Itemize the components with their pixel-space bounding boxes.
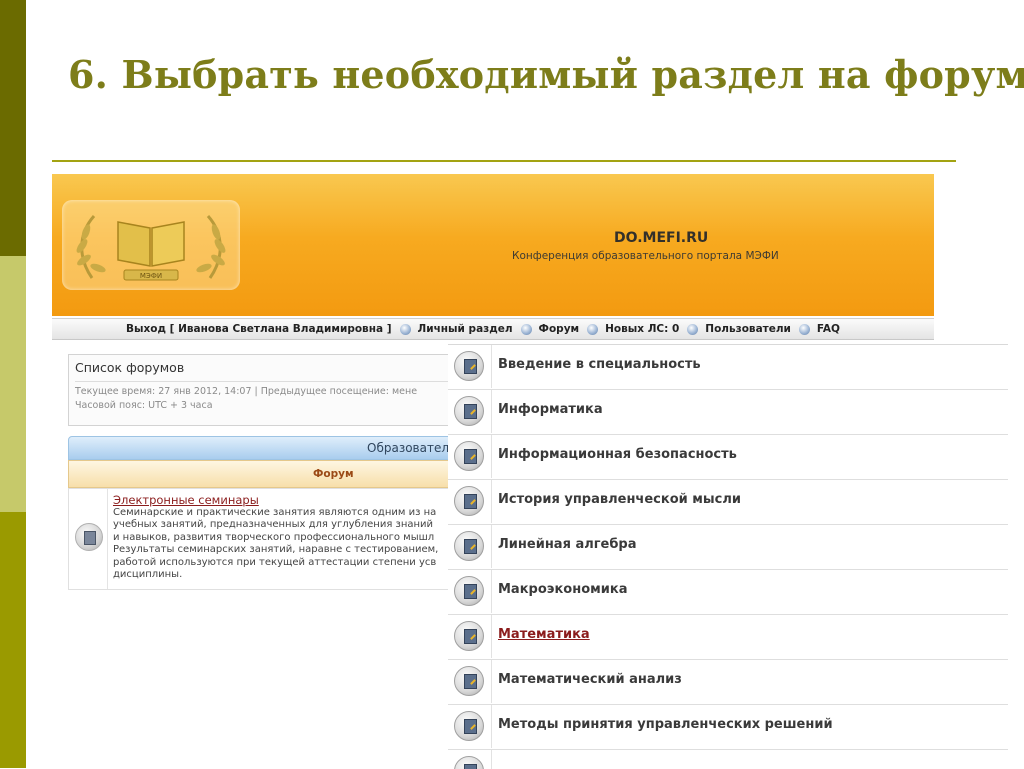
subforum-link[interactable]: Макроэкономика [498, 582, 627, 597]
forum-icon-cell [448, 345, 492, 388]
forum-status-icon [454, 351, 484, 381]
subforum-link[interactable]: История управленческой мысли [498, 492, 741, 507]
subforum-link[interactable]: Информатика [498, 402, 603, 417]
forum-status-icon [454, 711, 484, 741]
site-name: DO.MEFI.RU [614, 230, 709, 246]
list-item[interactable] [448, 750, 1008, 769]
nav-logout-link[interactable]: Выход [ Иванова Светлана Владимировна ] [126, 323, 392, 335]
forum-icon-cell [448, 480, 492, 523]
list-item[interactable]: Линейная алгебра [448, 525, 1008, 570]
forum-list-panel: Список форумов Текущее время: 27 янв 201… [68, 354, 490, 426]
logo-text: МЭФИ [140, 272, 162, 280]
forum-icon-cell [448, 525, 492, 568]
list-item[interactable]: Введение в специальность [448, 345, 1008, 390]
forum-status-icon [75, 523, 103, 551]
category-title: Образовател [367, 441, 450, 455]
forum-status-icon [454, 396, 484, 426]
forum-status-icon [454, 441, 484, 471]
forum-icon-cell [448, 615, 492, 658]
subforum-link[interactable]: Введение в специальность [498, 357, 701, 372]
forum-status-icon [454, 621, 484, 651]
laurel-book-icon: МЭФИ [76, 215, 226, 281]
list-item[interactable]: Математика [448, 615, 1008, 660]
bullet-icon [587, 323, 599, 335]
forum-icon-cell [448, 750, 492, 769]
forum-icon-cell [448, 570, 492, 613]
nav-new-pm-link[interactable]: Новых ЛС: 0 [605, 323, 679, 335]
site-description: Конференция образовательного портала МЭФ… [512, 250, 779, 262]
forum-row-seminars: Электронные семинары Семинарские и практ… [68, 488, 490, 590]
nav-personal-link[interactable]: Личный раздел [418, 323, 513, 335]
forum-column-header: Форум [68, 460, 490, 488]
forum-status-icon [454, 531, 484, 561]
mefi-logo[interactable]: МЭФИ [62, 200, 240, 290]
forum-icon-cell [448, 435, 492, 478]
nav-forum-link[interactable]: Форум [539, 323, 580, 335]
forum-icon-cell [69, 489, 108, 589]
forum-status-icon [454, 666, 484, 696]
list-item[interactable]: Информатика [448, 390, 1008, 435]
forum-description: Семинарские и практические занятия являю… [113, 507, 439, 581]
title-divider [52, 160, 956, 162]
bullet-icon [520, 323, 532, 335]
nav-users-link[interactable]: Пользователи [705, 323, 791, 335]
forum-link-seminars[interactable]: Электронные семинары [113, 493, 259, 507]
forum-status-icon [454, 486, 484, 516]
decor-strip-top [0, 0, 26, 256]
top-navbar: Выход [ Иванова Светлана Владимировна ] … [52, 318, 934, 340]
timezone-text: Часовой пояс: UTC + 3 часа [75, 400, 213, 411]
forum-status-icon [454, 576, 484, 606]
site-banner: МЭФИ DO.MEFI.RU Конференция образователь… [52, 174, 934, 316]
divider [75, 381, 483, 382]
bullet-icon [798, 323, 810, 335]
list-item[interactable]: История управленческой мысли [448, 480, 1008, 525]
forum-list-title: Список форумов [75, 360, 185, 375]
forum-icon-cell [448, 705, 492, 748]
slide-title: 6. Выбрать необходимый раздел на форуме. [68, 52, 1024, 97]
nav-faq-link[interactable]: FAQ [817, 323, 840, 335]
list-item[interactable]: Информационная безопасность [448, 435, 1008, 480]
bullet-icon [687, 323, 699, 335]
subforum-list: Введение в специальность Информатика Инф… [448, 344, 1008, 769]
forum-icon-cell [448, 660, 492, 703]
decor-strip-bottom [0, 512, 26, 768]
subforum-link-mathematics[interactable]: Математика [498, 627, 590, 642]
forum-column-label: Форум [313, 468, 354, 480]
list-item[interactable]: Математический анализ [448, 660, 1008, 705]
forum-icon-cell [448, 390, 492, 433]
forum-status-icon [454, 756, 484, 769]
list-item[interactable]: Макроэкономика [448, 570, 1008, 615]
category-header[interactable]: Образовател [68, 436, 490, 460]
subforum-link[interactable]: Методы принятия управленческих решений [498, 717, 833, 732]
list-item[interactable]: Методы принятия управленческих решений [448, 705, 1008, 750]
subforum-link[interactable]: Информационная безопасность [498, 447, 737, 462]
bullet-icon [399, 323, 411, 335]
subforum-link[interactable]: Математический анализ [498, 672, 682, 687]
decor-strip-middle [0, 256, 26, 512]
current-time-text: Текущее время: 27 янв 2012, 14:07 | Пред… [75, 386, 418, 397]
subforum-link[interactable]: Линейная алгебра [498, 537, 637, 552]
